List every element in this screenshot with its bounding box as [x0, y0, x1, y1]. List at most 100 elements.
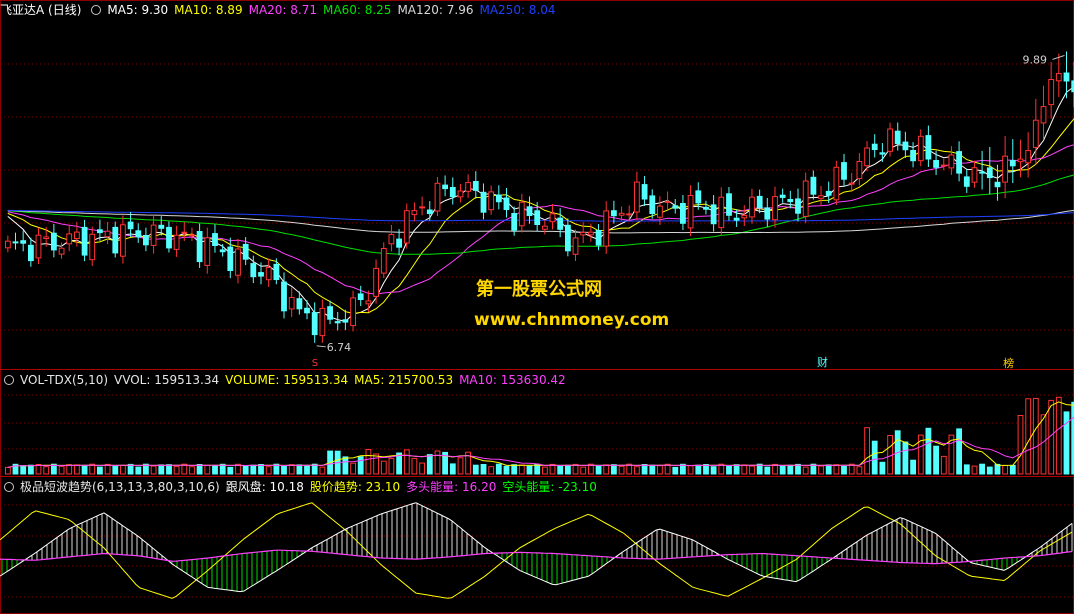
candle-body [227, 246, 234, 272]
candle-body [956, 151, 963, 174]
candle-body [703, 206, 709, 210]
candle-body [288, 297, 295, 310]
candle-body [296, 298, 303, 310]
volume-bar [726, 465, 732, 475]
candle-body [825, 190, 832, 196]
volume-bar [495, 463, 502, 475]
candle-body [933, 160, 940, 168]
volume-bar [879, 461, 886, 475]
candle-body [1025, 150, 1032, 164]
candle-body [802, 180, 809, 217]
volume-value: VOLUME: 159513.34 [225, 373, 349, 387]
volume-bar [1017, 415, 1024, 475]
volume-bar [1009, 464, 1016, 475]
volume-bar [380, 460, 387, 475]
volume-bar [319, 466, 326, 475]
candle-body [235, 248, 241, 276]
high-price-label: 9.89 [1022, 53, 1047, 66]
candle-body [35, 234, 42, 259]
volume-bar [618, 465, 625, 475]
candle-body [311, 312, 318, 336]
volume-bar [603, 464, 610, 475]
stock-chart-window: 9.89 6.74 S 财 榜 飞亚达A (日线) MA5: 9.30 MA10: 8.89… [0, 0, 1074, 614]
volume-bar [204, 464, 211, 475]
candle-body [664, 200, 671, 203]
volume-bar [963, 464, 970, 475]
volume-bar [910, 459, 917, 475]
candle-body [1040, 106, 1047, 124]
ma250-value: MA250: 8.04 [479, 3, 556, 17]
volume-bar [657, 465, 663, 475]
candle-body [986, 167, 993, 179]
candle-body [979, 171, 986, 174]
chart-canvas[interactable]: 9.89 6.74 S 财 榜 [0, 0, 1074, 614]
candle-body [242, 243, 249, 260]
candle-body [764, 207, 771, 220]
stock-title: 飞亚达A (日线) [0, 3, 82, 17]
trend-value: 股价趋势: 23.10 [309, 480, 401, 494]
indicator-header: 极品短波趋势(6,13,13,3,80,3,10,6) 跟风盘: 10.18 股价趋… [0, 479, 603, 495]
candle-body [449, 187, 456, 198]
volume-bar [304, 465, 310, 475]
volume-bar [135, 466, 142, 475]
candle-body [189, 234, 195, 237]
volume-bar [189, 466, 195, 475]
volume-bar [710, 466, 717, 475]
volume-bar [580, 466, 587, 475]
volume-bar [365, 449, 372, 475]
candle-body [503, 197, 510, 210]
volume-settings-dot-icon[interactable] [4, 375, 14, 385]
volume-bar [150, 465, 157, 475]
candle-body [887, 128, 894, 152]
candle-body [618, 212, 625, 216]
candle-body [1017, 158, 1024, 163]
candle-body [680, 203, 686, 224]
candle-body [342, 319, 349, 323]
volume-bar [518, 464, 525, 475]
watermark-title: 第一股票公式网 [476, 279, 602, 300]
candle-body [557, 217, 564, 230]
candle-body [626, 213, 633, 216]
ma10-value: MA10: 8.89 [174, 3, 243, 17]
volume-bar [250, 464, 257, 475]
candle-body [419, 206, 426, 209]
volume-bar [902, 441, 909, 475]
volume-bar [5, 466, 11, 475]
settings-dot-icon[interactable] [91, 5, 102, 15]
candle-body [864, 147, 871, 167]
candle-body [795, 198, 801, 214]
candle-body [940, 164, 947, 167]
volume-bar [1055, 396, 1062, 475]
volume-bar [196, 464, 203, 475]
low-price-label: 6.74 [327, 341, 352, 354]
candle-body [534, 210, 541, 226]
volume-ma5-value: MA5: 215700.53 [354, 373, 454, 387]
candle-body [173, 234, 180, 250]
candle-body [365, 300, 372, 305]
volume-bar [741, 464, 748, 475]
candle-body [426, 209, 433, 214]
candle-body [1055, 73, 1062, 82]
candle-body [488, 191, 495, 211]
candle-body [66, 233, 73, 245]
short-energy-value: 空头能量: -23.10 [502, 480, 597, 494]
volume-bar [426, 454, 433, 475]
indicator-settings-dot-icon[interactable] [4, 482, 14, 492]
volume-bar [74, 464, 80, 475]
candle-body [12, 241, 19, 244]
volume-bar [120, 465, 126, 475]
volume-bar [1025, 398, 1032, 475]
candle-body [28, 244, 34, 262]
volume-bar [925, 427, 932, 475]
candle-body [1002, 155, 1009, 183]
ma60-value: MA60: 8.25 [323, 3, 392, 17]
trend-line [0, 502, 1073, 599]
volume-bar [457, 457, 464, 475]
candle-body [472, 181, 479, 191]
volume-bar [242, 465, 249, 475]
volume-bar [933, 445, 940, 475]
candle-body [733, 217, 740, 221]
volume-bar [549, 463, 556, 475]
candle-body [580, 231, 587, 236]
volume-bar [542, 466, 548, 475]
